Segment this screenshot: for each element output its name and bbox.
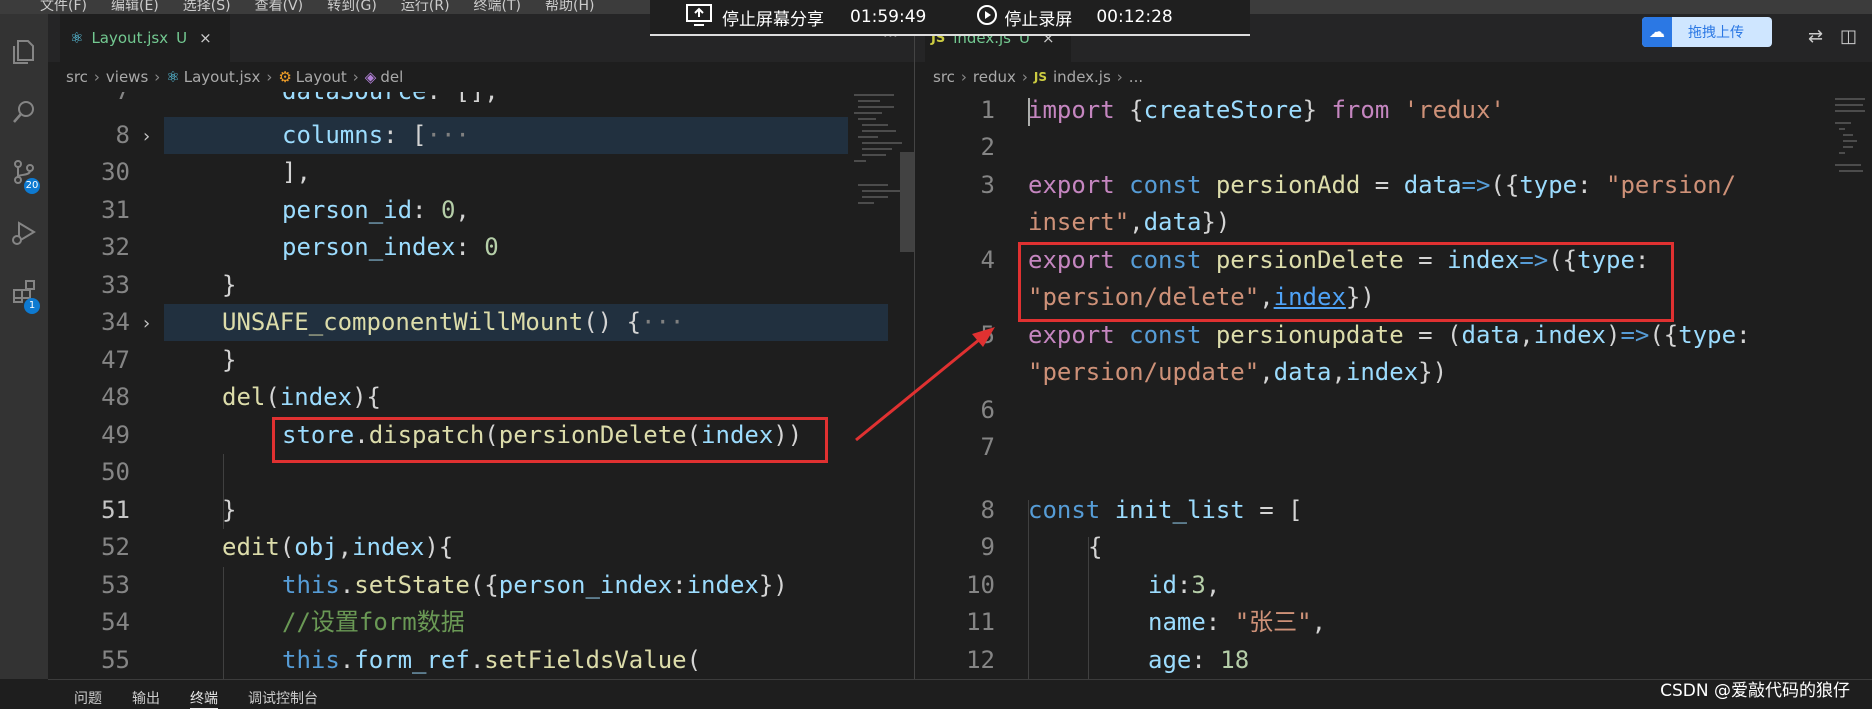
upload-label: 拖拽上传 (1688, 25, 1744, 41)
share-timer: 01:59:49 (850, 7, 927, 27)
record-timer: 00:12:28 (1096, 7, 1173, 27)
stop-recording-button[interactable]: 停止录屏 (1004, 5, 1072, 30)
bottom-panel-tabs: 问题 输出 终端 调试控制台 (48, 679, 1872, 709)
compare-changes-icon[interactable]: ⇄ (1808, 26, 1823, 47)
cloud-icon: ☁ (1642, 17, 1672, 47)
tab-problems[interactable]: 问题 (74, 688, 102, 708)
split-editor-icon[interactable]: ◫ (1840, 26, 1857, 47)
screen-share-icon (686, 3, 712, 31)
tab-debug-console[interactable]: 调试控制台 (248, 688, 318, 708)
annotation-arrow (855, 327, 995, 442)
record-icon (976, 4, 998, 31)
tab-output[interactable]: 输出 (132, 688, 160, 708)
watermark: CSDN @爱敲代码的狼仔 (1660, 681, 1850, 701)
upload-widget[interactable]: ☁ 拖拽上传 (1642, 17, 1772, 47)
tab-terminal[interactable]: 终端 (190, 688, 218, 709)
stop-share-button[interactable]: 停止屏幕分享 (722, 5, 824, 30)
recording-toolbar: 停止屏幕分享 01:59:49 停止录屏 00:12:28 (650, 0, 1250, 36)
